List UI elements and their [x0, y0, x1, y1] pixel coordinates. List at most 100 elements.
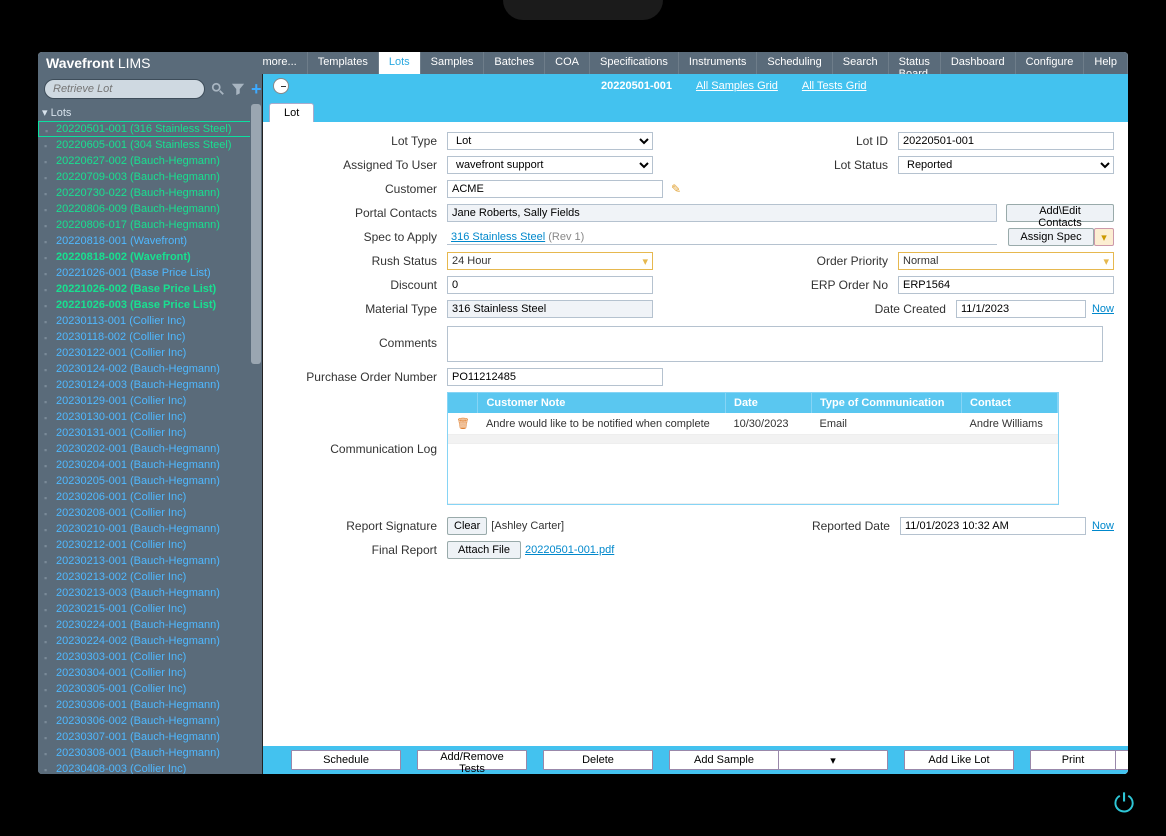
comments-textarea[interactable] — [447, 326, 1103, 362]
lot-tree-item[interactable]: 20230130-001 (Collier Inc) — [38, 409, 262, 425]
all-samples-link[interactable]: All Samples Grid — [696, 80, 778, 92]
menu-lots[interactable]: Lots — [379, 52, 421, 74]
lot-tree-item[interactable]: 20230306-001 (Bauch-Hegmann) — [38, 697, 262, 713]
col-customer-note[interactable]: Customer Note — [478, 393, 726, 413]
menu-configure[interactable]: Configure — [1016, 52, 1085, 74]
history-icon[interactable] — [273, 78, 289, 94]
all-tests-link[interactable]: All Tests Grid — [802, 80, 867, 92]
print-dropdown[interactable]: ▾ — [1115, 750, 1128, 770]
menu-more[interactable]: more... — [252, 52, 307, 74]
lot-tree-item[interactable]: 20230307-001 (Bauch-Hegmann) — [38, 729, 262, 745]
add-like-lot-button[interactable]: Add Like Lot — [904, 750, 1014, 770]
lot-tree-item[interactable]: 20220730-022 (Bauch-Hegmann) — [38, 185, 262, 201]
menu-templates[interactable]: Templates — [308, 52, 379, 74]
menu-scheduling[interactable]: Scheduling — [757, 52, 832, 74]
tab-lot[interactable]: Lot — [269, 103, 314, 122]
now-link-2[interactable]: Now — [1092, 520, 1114, 532]
add-sample-button[interactable]: Add Sample — [669, 750, 779, 770]
date-created-input[interactable] — [956, 300, 1086, 318]
menu-batches[interactable]: Batches — [484, 52, 545, 74]
col-contact[interactable]: Contact — [962, 393, 1058, 413]
lot-tree-item[interactable]: 20230306-002 (Bauch-Hegmann) — [38, 713, 262, 729]
add-sample-dropdown[interactable]: ▾ — [778, 750, 888, 770]
rush-select[interactable]: 24 Hour▾ — [447, 252, 653, 270]
lot-type-select[interactable]: Lot — [447, 132, 653, 150]
lot-tree-item[interactable]: 20220818-002 (Wavefront) — [38, 249, 262, 265]
search-icon[interactable] — [211, 82, 225, 96]
menu-coa[interactable]: COA — [545, 52, 590, 74]
filter-icon[interactable] — [231, 82, 245, 96]
menu-search[interactable]: Search — [833, 52, 889, 74]
po-input[interactable] — [447, 368, 663, 386]
now-link[interactable]: Now — [1092, 303, 1114, 315]
retrieve-lot-input[interactable] — [44, 79, 205, 99]
lot-tree-item[interactable]: 20230129-001 (Collier Inc) — [38, 393, 262, 409]
lot-tree-item[interactable]: 20230205-001 (Bauch-Hegmann) — [38, 473, 262, 489]
reported-date-input[interactable] — [900, 517, 1086, 535]
lot-status-select[interactable]: Reported — [898, 156, 1114, 174]
lot-tree-item[interactable]: 20230303-001 (Collier Inc) — [38, 649, 262, 665]
lot-tree-item[interactable]: 20221026-001 (Base Price List) — [38, 265, 262, 281]
lot-tree-item[interactable]: 20230308-001 (Bauch-Hegmann) — [38, 745, 262, 761]
tree-scrollbar[interactable] — [250, 104, 262, 774]
assigned-select[interactable]: wavefront support — [447, 156, 653, 174]
lot-tree-item[interactable]: 20230213-003 (Bauch-Hegmann) — [38, 585, 262, 601]
col-type[interactable]: Type of Communication — [812, 393, 962, 413]
lot-tree-item[interactable]: 20230304-001 (Collier Inc) — [38, 665, 262, 681]
lot-tree-item[interactable]: 20230224-002 (Bauch-Hegmann) — [38, 633, 262, 649]
lot-tree-item[interactable]: 20230131-001 (Collier Inc) — [38, 425, 262, 441]
lot-tree-item[interactable]: 20230212-001 (Collier Inc) — [38, 537, 262, 553]
lot-tree-item[interactable]: 20230210-001 (Bauch-Hegmann) — [38, 521, 262, 537]
customer-input[interactable] — [447, 180, 663, 198]
assign-spec-button[interactable]: Assign Spec — [1008, 228, 1094, 246]
power-icon[interactable]: ⏻ — [1108, 788, 1140, 820]
lot-tree-item[interactable]: 20230122-001 (Collier Inc) — [38, 345, 262, 361]
attach-file-button[interactable]: Attach File — [447, 541, 521, 559]
priority-select[interactable]: Normal▾ — [898, 252, 1114, 270]
lot-tree-item[interactable]: 20220605-001 (304 Stainless Steel) — [38, 137, 262, 153]
lot-tree-item[interactable]: 20230124-002 (Bauch-Hegmann) — [38, 361, 262, 377]
menu-samples[interactable]: Samples — [421, 52, 485, 74]
portal-contacts-input[interactable] — [447, 204, 997, 222]
schedule-button[interactable]: Schedule — [291, 750, 401, 770]
menu-statusboard[interactable]: Status Board — [889, 52, 941, 74]
lot-tree-item[interactable]: 20220818-001 (Wavefront) — [38, 233, 262, 249]
lot-tree-item[interactable]: 20220501-001 (316 Stainless Steel) — [38, 121, 262, 137]
lot-tree-item[interactable]: 20230118-002 (Collier Inc) — [38, 329, 262, 345]
lot-tree-item[interactable]: 20230224-001 (Bauch-Hegmann) — [38, 617, 262, 633]
lot-tree-item[interactable]: 20220709-003 (Bauch-Hegmann) — [38, 169, 262, 185]
menu-help[interactable]: Help — [1084, 52, 1128, 74]
lot-tree-item[interactable]: 20230408-003 (Collier Inc) — [38, 761, 262, 774]
edit-customer-icon[interactable]: ✎ — [671, 182, 685, 196]
clear-signature-button[interactable]: Clear — [447, 517, 487, 535]
add-edit-contacts-button[interactable]: Add\Edit Contacts — [1006, 204, 1114, 222]
lot-tree-item[interactable]: 20230213-002 (Collier Inc) — [38, 569, 262, 585]
material-type-input[interactable] — [447, 300, 653, 318]
lot-tree-item[interactable]: 20230305-001 (Collier Inc) — [38, 681, 262, 697]
scroll-thumb[interactable] — [251, 104, 261, 364]
delete-row-icon[interactable]: 🗑 — [448, 413, 478, 435]
lot-tree-item[interactable]: 20230213-001 (Bauch-Hegmann) — [38, 553, 262, 569]
lot-tree-item[interactable]: 20230215-001 (Collier Inc) — [38, 601, 262, 617]
lot-tree-item[interactable]: 20220627-002 (Bauch-Hegmann) — [38, 153, 262, 169]
menu-instruments[interactable]: Instruments — [679, 52, 757, 74]
lot-tree-item[interactable]: 20230124-003 (Bauch-Hegmann) — [38, 377, 262, 393]
lot-tree[interactable]: ▾ Lots 20220501-001 (316 Stainless Steel… — [38, 104, 262, 774]
lot-tree-item[interactable]: 20220806-017 (Bauch-Hegmann) — [38, 217, 262, 233]
lot-tree-item[interactable]: 20230206-001 (Collier Inc) — [38, 489, 262, 505]
commlog-row[interactable]: 🗑Andre would like to be notified when co… — [448, 413, 1058, 435]
lot-tree-item[interactable]: 20221026-003 (Base Price List) — [38, 297, 262, 313]
lot-tree-item[interactable]: 20230113-001 (Collier Inc) — [38, 313, 262, 329]
attached-file-link[interactable]: 20220501-001.pdf — [525, 544, 614, 556]
tree-root[interactable]: ▾ Lots — [38, 104, 262, 121]
lot-tree-item[interactable]: 20230204-001 (Bauch-Hegmann) — [38, 457, 262, 473]
lot-id-input[interactable] — [898, 132, 1114, 150]
spec-link[interactable]: 316 Stainless Steel — [451, 231, 545, 243]
discount-input[interactable] — [447, 276, 653, 294]
assign-spec-dropdown[interactable]: ▾ — [1094, 228, 1114, 246]
lot-tree-item[interactable]: 20221026-002 (Base Price List) — [38, 281, 262, 297]
commlog-empty-row[interactable] — [448, 435, 1058, 444]
add-remove-tests-button[interactable]: Add/Remove Tests — [417, 750, 527, 770]
delete-button[interactable]: Delete — [543, 750, 653, 770]
col-date[interactable]: Date — [726, 393, 812, 413]
